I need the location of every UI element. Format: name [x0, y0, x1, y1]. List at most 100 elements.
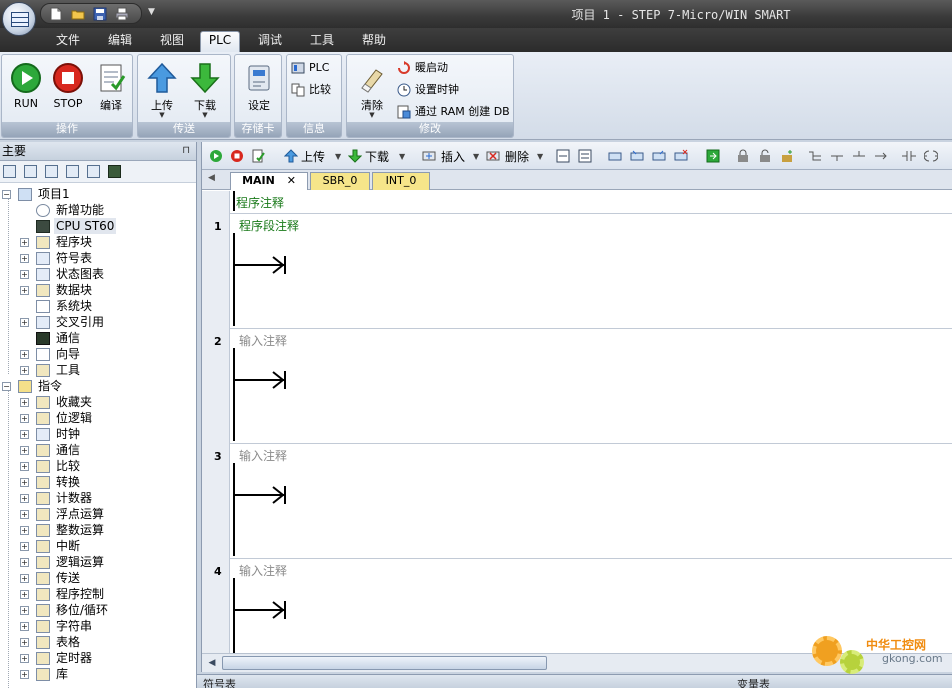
tree-tool-icon-5[interactable]: [87, 165, 100, 178]
create-db-from-ram-button[interactable]: 通过 RAM 创建 DB: [397, 103, 510, 121]
contact-icon[interactable]: [902, 149, 916, 163]
network-1[interactable]: 1 程序段注释: [202, 213, 952, 328]
insert-icon[interactable]: [422, 149, 436, 163]
ladder-editor[interactable]: 程序注释 1 程序段注释 2 输入注释 3 输入注释 4 输入注释: [202, 191, 952, 653]
expand-icon[interactable]: +: [20, 446, 29, 455]
expand-icon[interactable]: +: [20, 414, 29, 423]
clear-dropdown-icon[interactable]: ▼: [351, 111, 393, 119]
tree-tool-icon-3[interactable]: [45, 165, 58, 178]
scroll-left-icon[interactable]: ◀: [205, 656, 219, 670]
variable-table-panel-title[interactable]: 变量表: [737, 676, 770, 688]
expand-icon[interactable]: +: [20, 366, 29, 375]
symbol-table-panel-title[interactable]: 符号表: [203, 676, 236, 688]
clear-button[interactable]: 清除 ▼: [351, 59, 393, 119]
stop-small-icon[interactable]: [230, 149, 244, 163]
download-dropdown-icon[interactable]: ▼: [184, 111, 226, 119]
insert-toolbar-label[interactable]: 插入: [441, 149, 465, 165]
pin-icon[interactable]: ⊓: [182, 142, 190, 160]
download-toolbar-label[interactable]: 下载: [365, 149, 389, 165]
compile-small-icon[interactable]: [251, 149, 265, 163]
expand-icon[interactable]: +: [20, 254, 29, 263]
tab-scroll-left-icon[interactable]: ◀: [208, 173, 215, 183]
compile-button[interactable]: 编译: [90, 59, 132, 119]
expand-icon[interactable]: +: [20, 462, 29, 471]
bookmark-icon-1[interactable]: [608, 149, 622, 163]
upload-small-icon[interactable]: [283, 149, 299, 163]
memory-card-setup-button[interactable]: 设定: [238, 59, 280, 119]
network-comment[interactable]: 输入注释: [239, 332, 287, 349]
expand-icon[interactable]: +: [20, 542, 29, 551]
expand-icon[interactable]: +: [20, 574, 29, 583]
expand-icon[interactable]: +: [20, 286, 29, 295]
upload-toolbar-label[interactable]: 上传: [301, 149, 325, 165]
run-small-icon[interactable]: [209, 149, 223, 163]
network-comment[interactable]: 输入注释: [239, 562, 287, 579]
expand-icon[interactable]: +: [20, 622, 29, 631]
remove-bookmark-icon[interactable]: [674, 149, 688, 163]
tab-debug[interactable]: 调试: [248, 32, 292, 52]
network-icon-1[interactable]: [556, 149, 570, 163]
insert-dropdown-icon[interactable]: ▼: [473, 149, 479, 165]
expand-icon[interactable]: +: [20, 526, 29, 535]
expand-icon[interactable]: +: [20, 590, 29, 599]
run-button[interactable]: RUN: [5, 59, 47, 119]
tab-main[interactable]: MAIN ✕: [230, 172, 308, 190]
expand-icon[interactable]: +: [20, 558, 29, 567]
expand-icon[interactable]: +: [20, 238, 29, 247]
collapse-icon[interactable]: −: [2, 382, 11, 391]
bookmark-icon-2[interactable]: [630, 149, 644, 163]
upload-toolbar-dropdown-icon[interactable]: ▼: [335, 149, 341, 165]
lock-icon-2[interactable]: [758, 149, 772, 163]
tab-tools[interactable]: 工具: [300, 32, 344, 52]
download-button[interactable]: 下载 ▼: [184, 59, 226, 119]
expand-icon[interactable]: +: [20, 654, 29, 663]
contact-branch-icon[interactable]: [808, 149, 822, 163]
warm-start-button[interactable]: 暖启动: [397, 59, 448, 77]
expand-icon[interactable]: +: [20, 670, 29, 679]
expand-icon[interactable]: +: [20, 318, 29, 327]
bookmark-icon-3[interactable]: [652, 149, 666, 163]
go-to-icon[interactable]: [706, 149, 720, 163]
tab-view[interactable]: 视图: [150, 32, 194, 52]
close-tab-icon[interactable]: ✕: [287, 174, 296, 187]
expand-icon[interactable]: +: [20, 494, 29, 503]
plc-info-button[interactable]: PLC: [291, 59, 329, 77]
download-small-icon[interactable]: [347, 149, 363, 163]
line-right-icon[interactable]: [874, 149, 888, 163]
delete-icon[interactable]: [486, 149, 500, 163]
tree-tool-icon-4[interactable]: [66, 165, 79, 178]
expand-icon[interactable]: +: [20, 270, 29, 279]
tab-help[interactable]: 帮助: [352, 32, 396, 52]
tab-sbr-0[interactable]: SBR_0: [310, 172, 370, 190]
tree-tool-icon-1[interactable]: [3, 165, 16, 178]
expand-icon[interactable]: +: [20, 478, 29, 487]
expand-icon[interactable]: +: [20, 398, 29, 407]
application-button[interactable]: [2, 2, 36, 36]
collapse-icon[interactable]: −: [2, 190, 11, 199]
network-icon-2[interactable]: [578, 149, 592, 163]
tree-tool-icon-2[interactable]: [24, 165, 37, 178]
tab-int-0[interactable]: INT_0: [372, 172, 430, 190]
delete-toolbar-label[interactable]: 删除: [505, 149, 529, 165]
branch-down-icon[interactable]: [830, 149, 844, 163]
expand-icon[interactable]: +: [20, 430, 29, 439]
expand-icon[interactable]: +: [20, 606, 29, 615]
network-comment[interactable]: 程序段注释: [239, 217, 299, 234]
lock-add-icon[interactable]: [780, 149, 794, 163]
monitor-icon[interactable]: [108, 165, 121, 178]
network-comment[interactable]: 输入注释: [239, 447, 287, 464]
upload-dropdown-icon[interactable]: ▼: [141, 111, 183, 119]
expand-icon[interactable]: +: [20, 510, 29, 519]
branch-up-icon[interactable]: [852, 149, 866, 163]
program-comment[interactable]: 程序注释: [236, 194, 284, 211]
tab-edit[interactable]: 编辑: [98, 32, 142, 52]
network-2[interactable]: 2 输入注释: [202, 328, 952, 443]
set-clock-button[interactable]: 设置时钟: [397, 81, 459, 99]
coil-icon[interactable]: [923, 149, 939, 163]
expand-icon[interactable]: +: [20, 638, 29, 647]
expand-icon[interactable]: +: [20, 350, 29, 359]
scrollbar-thumb[interactable]: [222, 656, 547, 670]
stop-button[interactable]: STOP: [47, 59, 89, 119]
tab-plc[interactable]: PLC: [200, 31, 240, 53]
network-3[interactable]: 3 输入注释: [202, 443, 952, 558]
